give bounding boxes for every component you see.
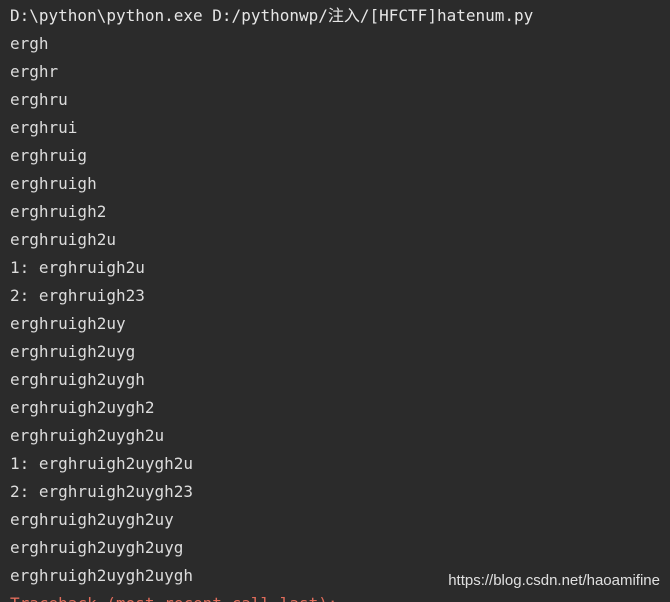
output-line: 2: erghruigh2uygh23 bbox=[10, 482, 194, 501]
console-output: D:\python\python.exe D:/pythonwp/注入/[HFC… bbox=[10, 2, 670, 602]
output-line: erghruigh2uygh bbox=[10, 370, 145, 389]
output-line: erghruigh2u bbox=[10, 230, 116, 249]
output-line: 2: erghruigh23 bbox=[10, 286, 145, 305]
output-line: erghruigh2uygh2uy bbox=[10, 510, 174, 529]
traceback-line: Traceback (most recent call last): bbox=[10, 590, 670, 602]
command-line: D:\python\python.exe D:/pythonwp/注入/[HFC… bbox=[10, 6, 534, 25]
output-line: erghruigh2uygh2uyg bbox=[10, 538, 184, 557]
output-line: erghruigh bbox=[10, 174, 97, 193]
output-line: erghruigh2uyg bbox=[10, 342, 136, 361]
output-line: erghru bbox=[10, 90, 68, 109]
output-line: erghr bbox=[10, 62, 59, 81]
output-line: erghruigh2uygh2 bbox=[10, 398, 155, 417]
watermark-text: https://blog.csdn.net/haoamifine bbox=[448, 572, 660, 589]
output-line: 1: erghruigh2uygh2u bbox=[10, 454, 194, 473]
output-line: ergh bbox=[10, 34, 49, 53]
run-console[interactable]: D:\python\python.exe D:/pythonwp/注入/[HFC… bbox=[0, 0, 670, 602]
output-line: 1: erghruigh2u bbox=[10, 258, 145, 277]
output-line: erghruigh2uy bbox=[10, 314, 126, 333]
output-line: erghruigh2uygh2u bbox=[10, 426, 165, 445]
output-line: erghrui bbox=[10, 118, 78, 137]
output-line: erghruigh2 bbox=[10, 202, 107, 221]
output-line: erghruig bbox=[10, 146, 88, 165]
